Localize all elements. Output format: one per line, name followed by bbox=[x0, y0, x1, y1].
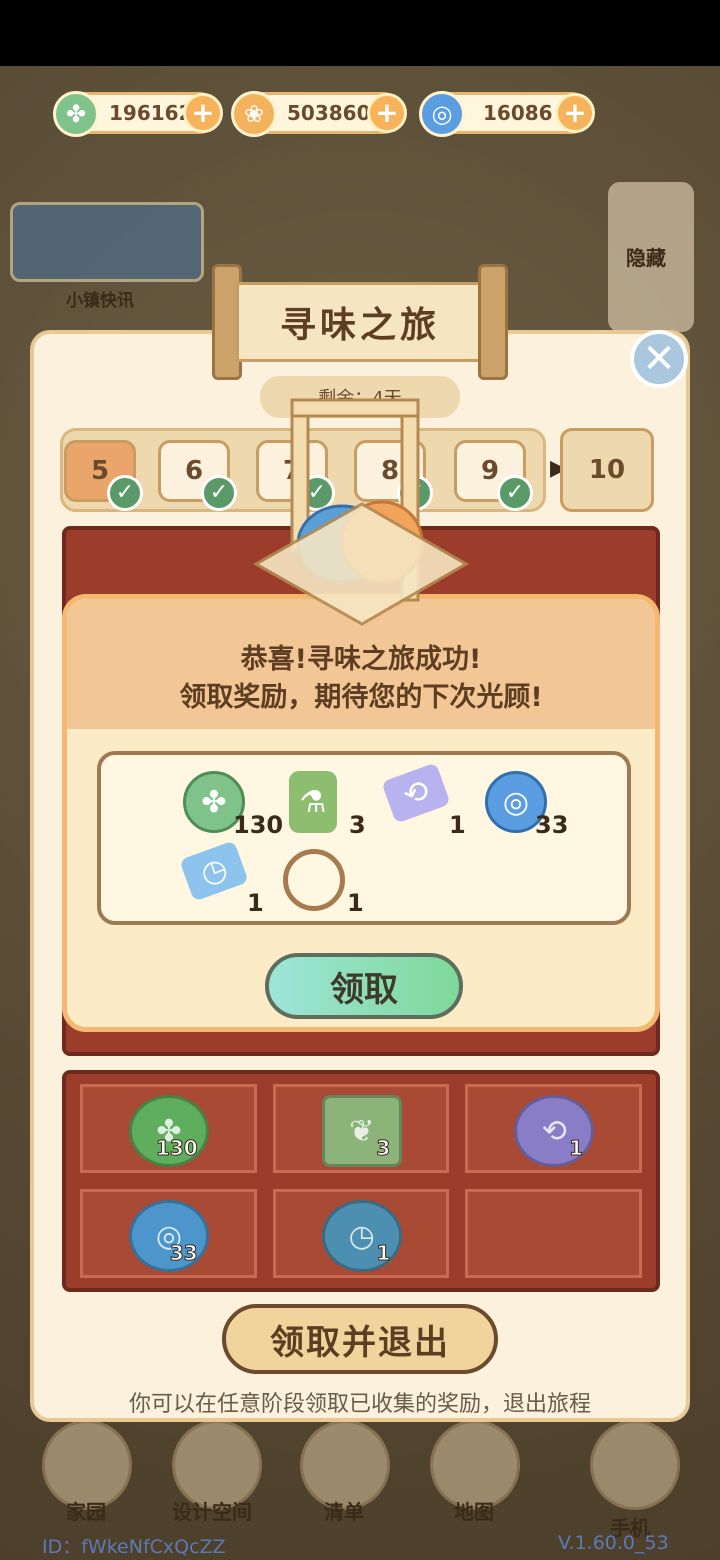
nav-label-home: 家园 bbox=[66, 1500, 106, 1524]
step-number: 9 bbox=[480, 456, 500, 486]
collected-items-grid: ✤ 130 ❦ 3 ⟲ 1 ◎ 33 ◷ 1 bbox=[62, 1070, 660, 1292]
reward-item: ✤ 130 bbox=[183, 771, 283, 851]
step-10: 10 bbox=[560, 428, 654, 512]
grid-cell: ❦ 3 bbox=[272, 1084, 450, 1173]
step-number: 5 bbox=[90, 456, 110, 486]
news-banner-label: 小镇快讯 bbox=[66, 291, 134, 311]
reward-item: 1 bbox=[283, 849, 373, 929]
journey-title-scroll: 寻味之旅 bbox=[212, 264, 508, 380]
item-count: 130 bbox=[155, 1136, 198, 1161]
claim-button[interactable]: 领取 bbox=[265, 953, 463, 1019]
step-number: 6 bbox=[184, 456, 204, 486]
clock-ticket-icon: ◷ bbox=[179, 840, 249, 902]
floral-wreath-icon bbox=[283, 849, 345, 911]
reward-count: 1 bbox=[247, 889, 264, 917]
item-count: 1 bbox=[376, 1241, 391, 1266]
reward-item: ◷ 1 bbox=[179, 840, 275, 929]
nav-label-list: 清单 bbox=[324, 1500, 364, 1524]
popup-title-line1: 恭喜!寻味之旅成功! bbox=[240, 644, 482, 675]
check-icon: ✓ bbox=[107, 475, 143, 511]
popup-title: 恭喜!寻味之旅成功! 领取奖励，期待您的下次光顾! bbox=[67, 641, 655, 717]
reward-count: 130 bbox=[233, 811, 284, 839]
reward-count: 33 bbox=[535, 811, 569, 839]
grid-cell: ⟲ 1 bbox=[465, 1084, 642, 1173]
step-number: 10 bbox=[588, 455, 626, 485]
reward-count: 1 bbox=[449, 811, 466, 839]
nav-label-map: 地图 bbox=[454, 1500, 494, 1524]
swap-ticket-icon: ⟲ bbox=[381, 762, 451, 824]
currency-clover: ✤ 196162 + bbox=[53, 91, 223, 137]
add-clover-button[interactable]: + bbox=[183, 93, 223, 133]
journey-title: 寻味之旅 bbox=[236, 282, 484, 362]
claim-and-exit-button[interactable]: 领取并退出 bbox=[222, 1304, 498, 1374]
gold-flower-coin-icon: ❀ bbox=[231, 91, 277, 137]
reward-item: ◎ 33 bbox=[485, 771, 575, 851]
news-banner[interactable] bbox=[10, 202, 204, 282]
reward-count: 3 bbox=[349, 811, 366, 839]
popup-title-line2: 领取奖励，期待您的下次光顾! bbox=[179, 682, 543, 713]
scroll-rod-right bbox=[478, 264, 508, 380]
currency-value: 196162 bbox=[109, 101, 193, 125]
version-label: V.1.60.0_53 bbox=[558, 1532, 669, 1554]
player-id: ID：fWkeNfCxQcZZ bbox=[42, 1536, 226, 1558]
item-count: 1 bbox=[569, 1136, 584, 1161]
step-6: 6 ✓ bbox=[158, 440, 237, 511]
reward-popup: 恭喜!寻味之旅成功! 领取奖励，期待您的下次光顾! ✤ 130 ⚗ 3 ⟲ 1 … bbox=[62, 594, 660, 1032]
item-count: 33 bbox=[169, 1241, 198, 1266]
currency-value: 503860 bbox=[287, 101, 371, 125]
currency-value: 16086 bbox=[483, 101, 553, 125]
grid-cell: ◎ 33 bbox=[80, 1189, 257, 1278]
grid-cell-empty bbox=[465, 1189, 642, 1278]
hide-label: 隐藏 bbox=[626, 246, 666, 270]
reward-item: ⟲ 1 bbox=[381, 762, 477, 851]
reward-list: ✤ 130 ⚗ 3 ⟲ 1 ◎ 33 ◷ 1 1 bbox=[97, 751, 631, 925]
grid-cell: ◷ 1 bbox=[272, 1189, 450, 1278]
check-icon: ✓ bbox=[201, 475, 237, 511]
potion-bottle-icon: ⚗ bbox=[289, 771, 337, 833]
nav-phone-icon[interactable] bbox=[590, 1420, 680, 1510]
add-gold-button[interactable]: + bbox=[367, 93, 407, 133]
exit-hint: 你可以在任意阶段领取已收集的奖励，退出旅程 bbox=[128, 1392, 591, 1417]
reward-count: 1 bbox=[347, 889, 364, 917]
grid-cell: ✤ 130 bbox=[80, 1084, 257, 1173]
clover-coin-icon: ✤ bbox=[53, 91, 99, 137]
currency-swirl: ◎ 16086 + bbox=[419, 91, 595, 137]
check-icon: ✓ bbox=[497, 475, 533, 511]
item-count: 3 bbox=[376, 1136, 391, 1161]
mooncake-gift-box-icon bbox=[252, 398, 470, 626]
currency-gold: ❀ 503860 + bbox=[231, 91, 407, 137]
close-button[interactable]: ✕ bbox=[630, 330, 688, 388]
step-5: 5 ✓ bbox=[64, 440, 143, 511]
add-swirl-button[interactable]: + bbox=[555, 93, 595, 133]
reward-item: ⚗ 3 bbox=[289, 771, 379, 851]
blue-swirl-coin-icon: ◎ bbox=[419, 91, 465, 137]
nav-label-design: 设计空间 bbox=[172, 1500, 252, 1524]
